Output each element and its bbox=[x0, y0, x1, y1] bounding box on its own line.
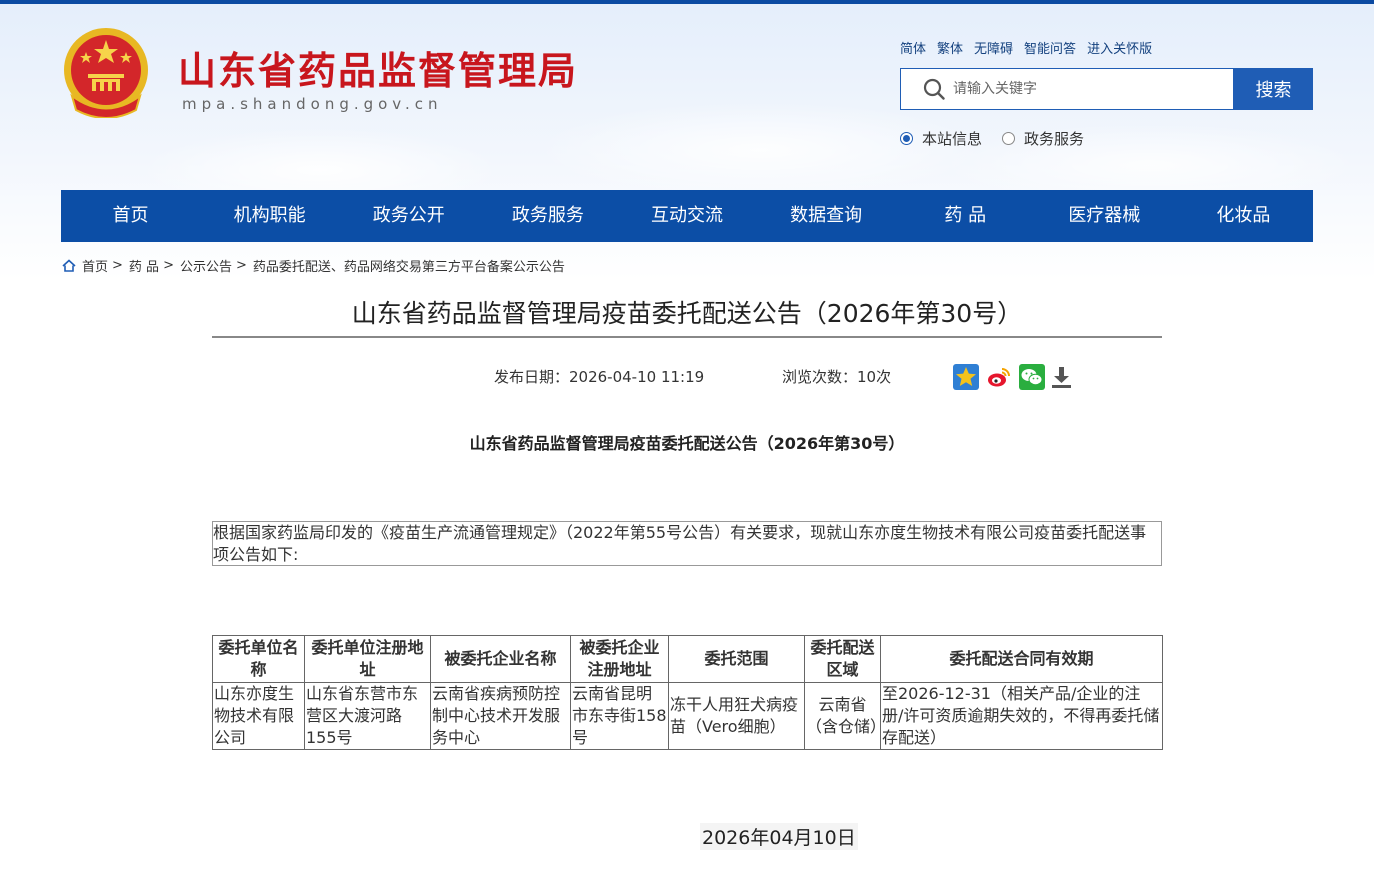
home-icon bbox=[62, 259, 76, 272]
search-input[interactable] bbox=[953, 70, 1233, 108]
delegation-table: 委托单位名称 委托单位注册地址 被委托企业名称 被委托企业注册地址 委托范围 委… bbox=[212, 635, 1163, 750]
site-domain: mpa.shandong.gov.cn bbox=[182, 95, 443, 113]
link-care-mode[interactable]: 进入关怀版 bbox=[1087, 38, 1152, 57]
nav-drugs[interactable]: 药 品 bbox=[896, 190, 1035, 242]
title-divider bbox=[212, 336, 1162, 338]
table-cell: 云南省昆明市东寺街158号 bbox=[570, 682, 669, 750]
radio-selected-icon bbox=[900, 132, 913, 145]
favorite-star-icon[interactable] bbox=[953, 364, 979, 390]
weibo-icon[interactable] bbox=[986, 364, 1012, 390]
table-header-row: 委托单位名称 委托单位注册地址 被委托企业名称 被委托企业注册地址 委托范围 委… bbox=[212, 635, 1163, 683]
breadcrumb-announcements[interactable]: 公示公告 bbox=[180, 256, 232, 275]
table-cell: 至2026-12-31（相关产品/企业的注册/许可资质逾期失效的，不得再委托储存… bbox=[880, 682, 1163, 750]
table-row: 山东亦度生物技术有限公司 山东省东营市东营区大渡河路155号 云南省疾病预防控制… bbox=[212, 682, 1163, 750]
table-header: 被委托企业名称 bbox=[430, 635, 571, 683]
link-accessibility[interactable]: 无障碍 bbox=[974, 38, 1013, 57]
scope-gov-service[interactable]: 政务服务 bbox=[1002, 128, 1084, 149]
breadcrumb-home[interactable]: 首页 bbox=[82, 256, 108, 275]
radio-unselected-icon bbox=[1002, 132, 1016, 145]
nav-home[interactable]: 首页 bbox=[61, 190, 200, 242]
table-cell: 山东亦度生物技术有限公司 bbox=[212, 682, 305, 750]
nav-data-query[interactable]: 数据查询 bbox=[757, 190, 896, 242]
link-smart-qa[interactable]: 智能问答 bbox=[1024, 38, 1076, 57]
article-subtitle: 山东省药品监督管理局疫苗委托配送公告（2026年第30号） bbox=[469, 434, 905, 453]
breadcrumb: 首页 > 药 品 > 公示公告 > 药品委托配送、药品网络交易第三方平台备案公示… bbox=[62, 256, 565, 275]
wechat-icon[interactable] bbox=[1019, 364, 1045, 390]
top-links: 简体 繁体 无障碍 智能问答 进入关怀版 bbox=[900, 38, 1163, 57]
table-cell: 冻干人用狂犬病疫苗（Vero细胞） bbox=[668, 682, 805, 750]
search-scope: 本站信息 政务服务 bbox=[900, 128, 1104, 149]
nav-cosmetics[interactable]: 化妆品 bbox=[1174, 190, 1313, 242]
table-cell: 云南省（含仓储） bbox=[804, 682, 886, 750]
article-intro: 根据国家药监局印发的《疫苗生产流通管理规定》（2022年第55号公告）有关要求，… bbox=[212, 521, 1162, 566]
article-footer-date: 2026年04月10日 bbox=[700, 823, 858, 850]
nav-medical-devices[interactable]: 医疗器械 bbox=[1035, 190, 1174, 242]
link-traditional[interactable]: 繁体 bbox=[937, 38, 963, 57]
scope-site-info[interactable]: 本站信息 bbox=[900, 128, 982, 149]
breadcrumb-current[interactable]: 药品委托配送、药品网络交易第三方平台备案公示公告 bbox=[253, 256, 565, 275]
table-header: 被委托企业注册地址 bbox=[570, 635, 669, 683]
main-nav: 首页 机构职能 政务公开 政务服务 互动交流 数据查询 药 品 医疗器械 化妆品 bbox=[61, 190, 1313, 242]
article-title: 山东省药品监督管理局疫苗委托配送公告（2026年第30号） bbox=[351, 299, 1023, 328]
table-header: 委托配送合同有效期 bbox=[880, 635, 1163, 683]
search-icon bbox=[923, 78, 945, 100]
nav-gov-affairs[interactable]: 政务公开 bbox=[339, 190, 478, 242]
national-emblem-icon bbox=[64, 28, 148, 118]
link-simplified[interactable]: 简体 bbox=[900, 38, 926, 57]
table-header: 委托单位名称 bbox=[212, 635, 305, 683]
nav-interaction[interactable]: 互动交流 bbox=[617, 190, 756, 242]
table-cell: 云南省疾病预防控制中心技术开发服务中心 bbox=[430, 682, 571, 750]
view-count: 浏览次数：10次 bbox=[782, 368, 892, 386]
search-button[interactable]: 搜索 bbox=[1234, 68, 1313, 110]
publish-date: 发布日期：2026-04-10 11:19 bbox=[494, 368, 705, 386]
table-header: 委托范围 bbox=[668, 635, 805, 683]
search-box bbox=[900, 68, 1234, 110]
site-title: 山东省药品监督管理局 bbox=[178, 48, 579, 93]
nav-organization[interactable]: 机构职能 bbox=[200, 190, 339, 242]
breadcrumb-drugs[interactable]: 药 品 bbox=[129, 256, 159, 275]
nav-gov-services[interactable]: 政务服务 bbox=[478, 190, 617, 242]
download-icon[interactable] bbox=[1049, 364, 1075, 390]
table-header: 委托配送区域 bbox=[804, 635, 881, 683]
table-cell: 山东省东营市东营区大渡河路155号 bbox=[304, 682, 431, 750]
table-header: 委托单位注册地址 bbox=[304, 635, 431, 683]
